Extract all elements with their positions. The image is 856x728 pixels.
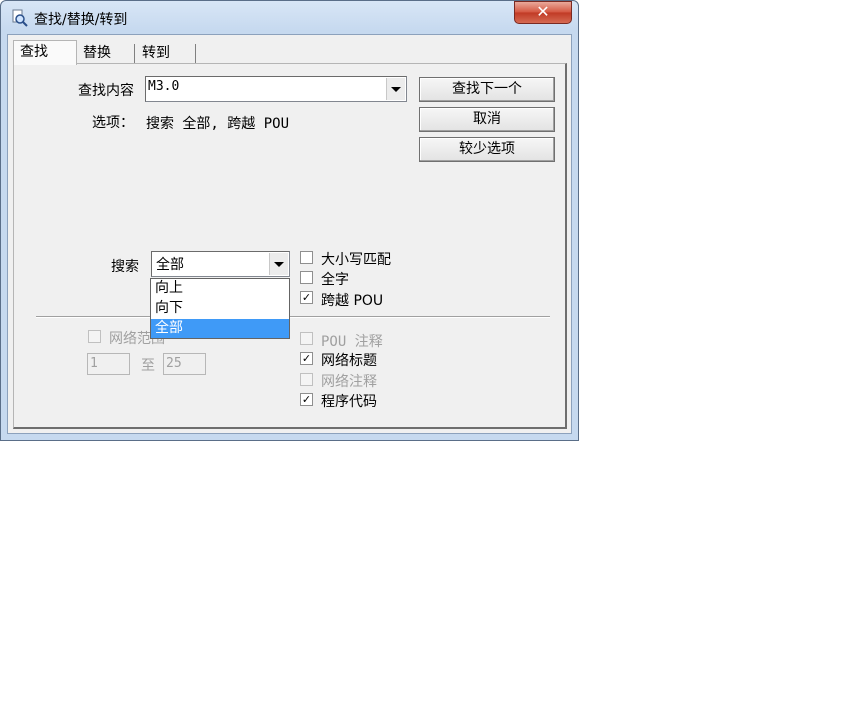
find-what-combobox[interactable]: M3.0 [145, 76, 407, 102]
search-direction-combobox[interactable]: 全部 [151, 251, 290, 277]
checkmark-icon: ✓ [301, 393, 312, 406]
whole-word-label: 全字 [321, 272, 349, 288]
close-button[interactable]: ✕ [514, 1, 572, 24]
options-summary-text: 搜索 全部, 跨越 POU [146, 116, 290, 132]
checkmark-icon: ✓ [301, 352, 312, 365]
dropdown-option-down[interactable]: 向下 [151, 299, 289, 318]
program-code-checkbox[interactable]: ✓ [300, 393, 313, 406]
fewer-options-button[interactable]: 较少选项 [419, 137, 555, 162]
network-range-from-input[interactable]: 1 [87, 353, 130, 375]
cancel-button[interactable]: 取消 [419, 107, 555, 132]
search-direction-label: 搜索 [111, 259, 139, 275]
chevron-down-icon [274, 261, 284, 267]
pou-comment-checkbox[interactable] [300, 332, 313, 345]
network-range-checkbox[interactable] [88, 330, 101, 343]
search-direction-dropdown-button[interactable] [269, 253, 288, 275]
match-case-label: 大小写匹配 [321, 252, 391, 268]
network-comment-label: 网络注释 [321, 374, 377, 390]
network-title-checkbox[interactable]: ✓ [300, 352, 313, 365]
search-direction-value: 全部 [156, 257, 184, 273]
network-range-to-label: 至 [141, 358, 155, 374]
find-magnifier-icon [12, 9, 28, 27]
close-icon: ✕ [536, 2, 550, 21]
tab-find[interactable]: 查找 [13, 40, 77, 65]
tab-replace[interactable]: 替换 [77, 44, 135, 63]
options-summary-label: 选项： [92, 115, 134, 131]
across-pou-label: 跨越 POU [321, 293, 384, 309]
find-what-dropdown-button[interactable] [386, 78, 405, 100]
whole-word-checkbox[interactable] [300, 271, 313, 284]
match-case-checkbox[interactable] [300, 251, 313, 264]
network-title-label: 网络标题 [321, 353, 377, 369]
tab-goto[interactable]: 转到 [136, 44, 196, 63]
across-pou-checkbox[interactable]: ✓ [300, 291, 313, 304]
checkmark-icon: ✓ [301, 291, 312, 304]
find-what-label: 查找内容 [78, 83, 134, 99]
program-code-label: 程序代码 [321, 394, 377, 410]
pou-comment-label: POU 注释 [321, 334, 383, 350]
find-what-value: M3.0 [148, 79, 180, 94]
window-title: 查找/替换/转到 [34, 12, 128, 28]
dropdown-option-up[interactable]: 向上 [151, 279, 289, 298]
chevron-down-icon [391, 86, 401, 92]
search-direction-dropdown-list: 向上 向下 全部 [150, 278, 290, 339]
group-separator [36, 316, 550, 318]
dropdown-option-all[interactable]: 全部 [151, 319, 289, 338]
network-comment-checkbox[interactable] [300, 373, 313, 386]
network-range-to-input[interactable]: 25 [163, 353, 206, 375]
find-next-button[interactable]: 查找下一个 [419, 77, 555, 102]
